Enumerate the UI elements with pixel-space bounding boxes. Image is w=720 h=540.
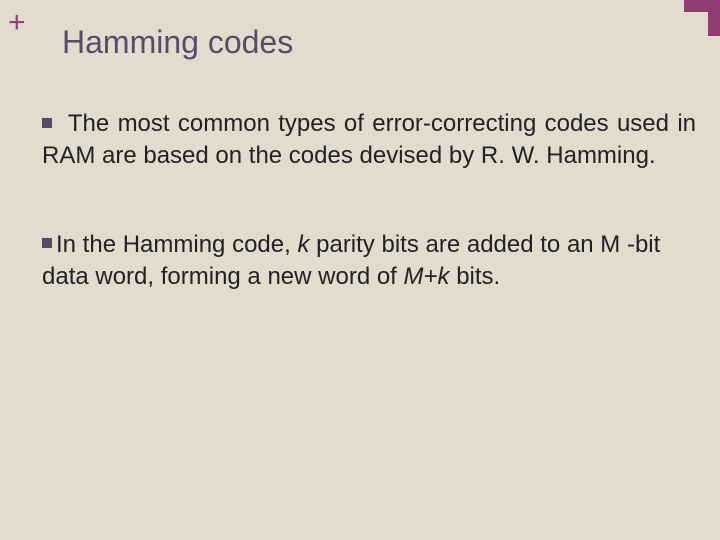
bullet-2-k1: k xyxy=(297,231,309,258)
slide-title: Hamming codes xyxy=(62,24,293,61)
square-bullet-icon xyxy=(42,118,52,128)
bullet-2: In the Hamming code, k parity bits are a… xyxy=(42,229,696,294)
bullet-1: The most common types of error-correctin… xyxy=(42,108,696,173)
bullet-1-text: The most common types of error-correctin… xyxy=(42,110,696,169)
bullet-2-mk: M+k xyxy=(404,263,450,290)
bullet-2-suffix: bits. xyxy=(450,263,501,290)
corner-accent xyxy=(684,0,720,12)
bullet-2-prefix: In the Hamming code, xyxy=(56,231,297,258)
slide-body: The most common types of error-correctin… xyxy=(42,108,696,350)
square-bullet-icon xyxy=(42,238,52,248)
plus-icon: + xyxy=(8,8,26,38)
